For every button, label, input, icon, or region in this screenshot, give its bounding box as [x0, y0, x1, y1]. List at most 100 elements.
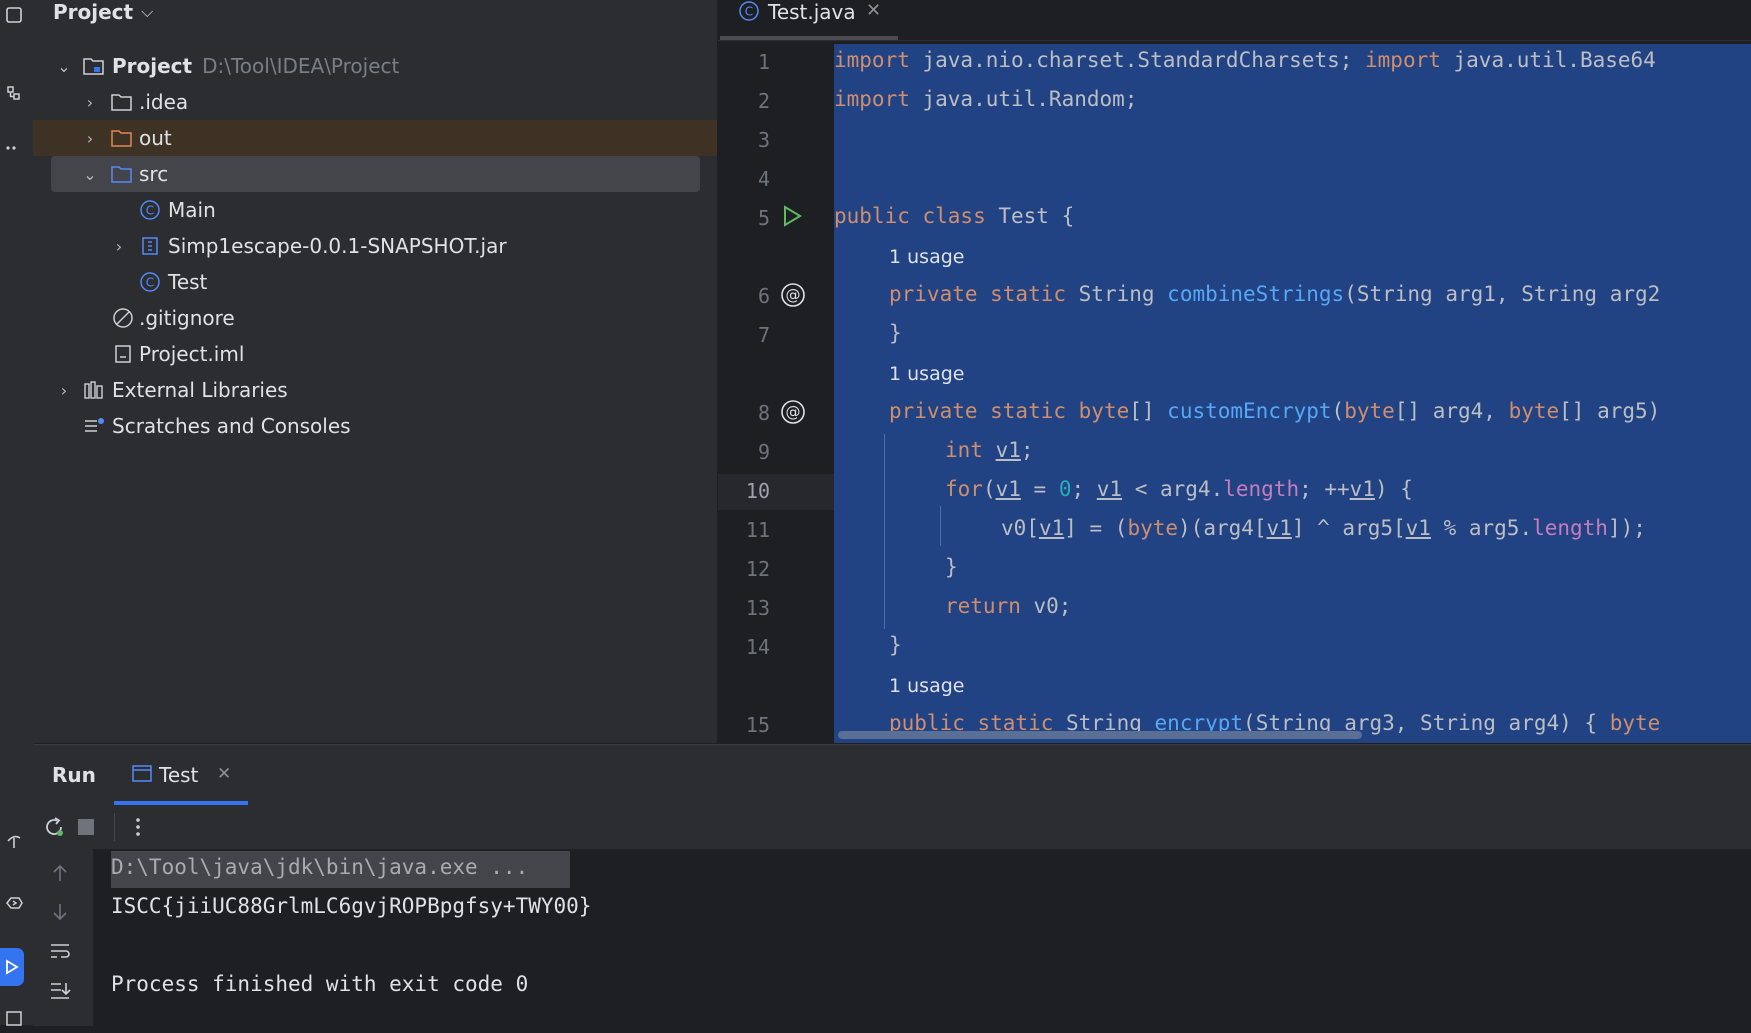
- tree-item-project-root[interactable]: ⌄ Project D:\Tool\IDEA\Project: [33, 48, 717, 84]
- usage-hint[interactable]: 1 usage: [889, 363, 964, 385]
- build-tool-icon[interactable]: [0, 826, 28, 856]
- stop-icon[interactable]: [77, 818, 95, 840]
- code-line: import java.util.Random;: [834, 87, 1138, 111]
- terminal-tool-icon[interactable]: [0, 1003, 28, 1033]
- libraries-icon: [83, 379, 105, 401]
- arrow-up-icon[interactable]: [51, 863, 69, 887]
- run-tab-test[interactable]: Test ✕: [114, 745, 248, 805]
- tree-item-label: src: [139, 162, 169, 186]
- tree-item-label: Main: [168, 198, 216, 222]
- editor-tab-bar: C Test.java ✕: [718, 0, 1751, 41]
- rerun-icon[interactable]: [42, 815, 66, 843]
- line-number: 3: [757, 128, 770, 152]
- line-number: 4: [757, 167, 770, 191]
- tree-item-label: External Libraries: [112, 378, 288, 402]
- svg-text:C: C: [745, 5, 753, 19]
- line-number: 8: [757, 401, 770, 425]
- services-tool-icon[interactable]: [0, 888, 28, 918]
- line-number-gutter: 1 2 3 4 5 6 7 8 9 10 11 12 13 14 15 @ @: [718, 44, 834, 743]
- folder-icon: [111, 91, 133, 113]
- tree-item-idea[interactable]: › .idea: [33, 84, 717, 120]
- tab-indicator: [720, 36, 898, 40]
- annotation-gutter-icon[interactable]: @: [780, 282, 806, 312]
- close-icon[interactable]: ✕: [866, 0, 881, 21]
- java-class-icon: C: [139, 271, 161, 293]
- code-line: import java.nio.charset.StandardCharsets…: [834, 48, 1656, 72]
- arrow-down-icon[interactable]: [51, 902, 69, 926]
- soft-wrap-icon[interactable]: [49, 941, 71, 965]
- tree-item-scratches[interactable]: Scratches and Consoles: [33, 408, 717, 444]
- console-line: ISCC{jiiUC88GrlmLC6gvjROPBpgfsy+TWY00}: [111, 894, 592, 918]
- console-output[interactable]: D:\Tool\java\jdk\bin\java.exe ... ISCC{j…: [111, 849, 1751, 1026]
- editor-tab-label: Test.java: [768, 0, 856, 24]
- more-tools-icon[interactable]: [0, 133, 28, 163]
- console-line: D:\Tool\java\jdk\bin\java.exe ...: [111, 855, 529, 879]
- tree-item-test[interactable]: C Test: [33, 264, 717, 300]
- left-tool-strip: [0, 0, 34, 1026]
- chevron-right-icon[interactable]: ›: [109, 237, 129, 256]
- line-number-current: 10: [745, 479, 770, 503]
- line-number: 1: [757, 50, 770, 74]
- tree-item-label: .gitignore: [139, 306, 235, 330]
- tree-item-main[interactable]: C Main: [33, 192, 717, 228]
- usage-hint[interactable]: 1 usage: [889, 246, 964, 268]
- usage-hint[interactable]: 1 usage: [889, 675, 964, 697]
- line-number: 11: [745, 518, 770, 542]
- tree-item-label: Project D:\Tool\IDEA\Project: [112, 54, 400, 78]
- run-tab-bar: Run Test ✕: [33, 745, 1751, 805]
- tree-item-label: Simp1escape-0.0.1-SNAPSHOT.jar: [168, 234, 507, 258]
- folder-orange-icon: [111, 127, 133, 149]
- java-class-icon: C: [139, 199, 161, 221]
- tree-item-src[interactable]: ⌄ src: [51, 156, 700, 192]
- tree-item-gitignore[interactable]: .gitignore: [33, 300, 717, 336]
- indent-guide: [884, 434, 885, 629]
- code-line: for(v1 = 0; v1 < arg4.length; ++v1) {: [945, 477, 1413, 501]
- chevron-right-icon[interactable]: ›: [54, 381, 74, 400]
- folder-source-icon: [111, 163, 133, 185]
- run-side-toolbar: [33, 849, 93, 1026]
- editor-area: C Test.java ✕ 1 2 3 4 5 6 7 8 9 10 11 12…: [718, 0, 1751, 743]
- project-tool-icon[interactable]: [0, 0, 28, 30]
- tree-item-out[interactable]: › out: [33, 120, 717, 156]
- iml-file-icon: [112, 343, 134, 365]
- close-icon[interactable]: ✕: [217, 764, 231, 784]
- line-number: 7: [757, 323, 770, 347]
- ignore-file-icon: [112, 307, 134, 329]
- line-number: 13: [745, 596, 770, 620]
- toolbar-divider: [114, 813, 115, 841]
- chevron-down-icon[interactable]: ⌄: [54, 57, 74, 76]
- editor-tab-test-java[interactable]: C Test.java ✕: [718, 0, 898, 40]
- tree-item-jar[interactable]: › Simp1escape-0.0.1-SNAPSHOT.jar: [33, 228, 717, 264]
- tree-item-external-libraries[interactable]: › External Libraries: [33, 372, 717, 408]
- tree-item-label: Test: [168, 270, 208, 294]
- tree-item-iml[interactable]: Project.iml: [33, 336, 717, 372]
- code-line: v0[v1] = (byte)(arg4[v1] ^ arg5[v1 % arg…: [1001, 516, 1646, 540]
- tree-item-label: .idea: [139, 90, 189, 114]
- scratches-icon: [83, 415, 105, 437]
- run-toolbar: [33, 805, 1751, 850]
- chevron-right-icon[interactable]: ›: [80, 129, 100, 148]
- chevron-down-icon[interactable]: ⌵: [141, 2, 153, 22]
- chevron-down-icon[interactable]: ⌄: [80, 165, 100, 184]
- tree-item-label: Project.iml: [139, 342, 245, 366]
- chevron-right-icon[interactable]: ›: [80, 93, 100, 112]
- scroll-to-end-icon[interactable]: [49, 980, 71, 1006]
- console-icon: [132, 765, 152, 787]
- code-line: }: [889, 633, 902, 657]
- annotation-gutter-icon[interactable]: @: [780, 399, 806, 429]
- line-number: 5: [757, 206, 770, 230]
- code-line: }: [945, 555, 958, 579]
- structure-tool-icon[interactable]: [0, 78, 28, 108]
- code-editor[interactable]: import java.nio.charset.StandardCharsets…: [834, 44, 1751, 743]
- horizontal-scrollbar[interactable]: [838, 731, 1362, 739]
- project-panel-header[interactable]: Project ⌵: [53, 0, 153, 24]
- svg-text:@: @: [786, 286, 801, 304]
- run-gutter-icon[interactable]: [780, 204, 804, 232]
- more-options-icon[interactable]: [129, 815, 147, 843]
- project-panel-title: Project: [53, 0, 134, 24]
- java-class-icon: C: [738, 0, 760, 26]
- tree-item-label: Scratches and Consoles: [112, 414, 351, 438]
- run-tool-icon[interactable]: [0, 948, 24, 986]
- project-panel: Project ⌵ ⌄ Project D:\Tool\IDEA\Project …: [33, 0, 718, 743]
- line-number: 15: [745, 713, 770, 737]
